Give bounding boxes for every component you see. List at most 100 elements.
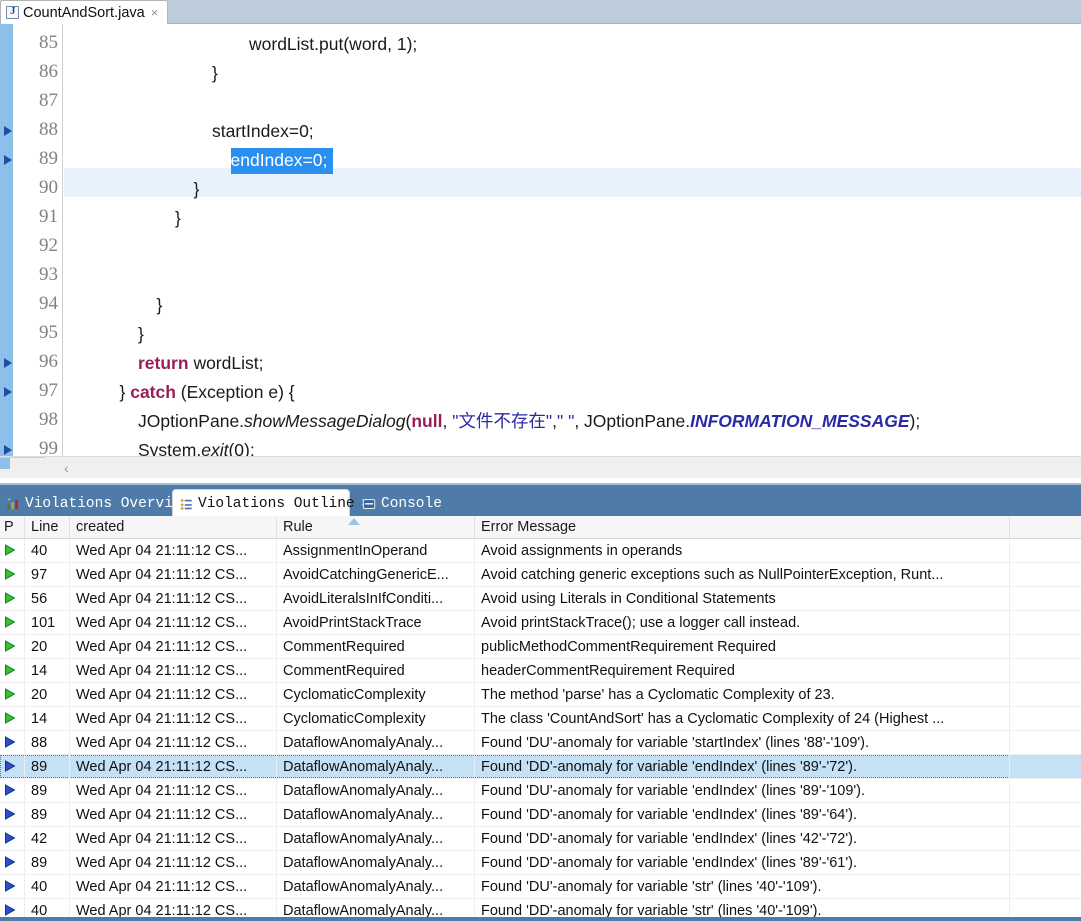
view-tab-console[interactable]: Console [356,489,451,518]
table-header-row[interactable]: P Line created Rule Error Message [0,516,1081,539]
code-line-content: } [64,295,163,315]
code-token: return [138,353,194,373]
close-icon[interactable]: × [149,6,161,19]
scrollbar-thumb[interactable] [0,457,45,458]
code-line[interactable]: } [64,59,1081,88]
table-row[interactable]: 56 Wed Apr 04 21:11:12 CS... AvoidLiterals… [0,587,1081,611]
violations-outline-table[interactable]: P Line created Rule Error Message 40 Wed Apr … [0,516,1081,921]
editor-horizontal-scrollbar[interactable]: ‹ [0,456,1081,478]
violations-overview-icon [6,497,21,511]
table-row[interactable]: 14 Wed Apr 04 21:11:12 CS... CommentRequir… [0,659,1081,683]
code-token: } [212,63,218,83]
table-row[interactable]: 20 Wed Apr 04 21:11:12 CS... CyclomaticCom… [0,683,1081,707]
breakpoint-marker-icon[interactable] [2,125,14,137]
table-row[interactable]: 89 Wed Apr 04 21:11:12 CS... DataflowAnoma… [0,779,1081,803]
rule-cell: DataflowAnomalyAnaly... [277,755,475,779]
code-line[interactable]: JOptionPane.showMessageDialog(null, "文件不… [64,407,1081,436]
line-cell: 42 [25,827,70,851]
view-tab-label: Violations Overview [25,495,191,512]
created-cell: Wed Apr 04 21:11:12 CS... [70,779,277,803]
table-row[interactable]: 42 Wed Apr 04 21:11:12 CS... DataflowAnoma… [0,827,1081,851]
code-line[interactable] [64,262,1081,291]
line-number: 98 [39,409,58,430]
column-header-line[interactable]: Line [25,516,70,539]
message-cell: publicMethodCommentRequirement Required [475,635,1010,659]
breakpoint-marker-icon[interactable] [2,154,14,166]
code-line-content: JOptionPane.showMessageDialog(null, "文件不… [64,411,920,431]
message-cell: Avoid catching generic exceptions such a… [475,563,1010,587]
breakpoint-marker-icon[interactable] [2,444,14,456]
code-line[interactable] [64,88,1081,117]
column-header-p[interactable]: P [0,516,25,539]
code-line[interactable]: endIndex=0; [64,146,1081,175]
message-cell: Found 'DU'-anomaly for variable 'str' (l… [475,875,1010,899]
created-cell: Wed Apr 04 21:11:12 CS... [70,563,277,587]
priority-marker-icon [0,803,25,827]
line-number: 94 [39,293,58,314]
message-cell: Avoid printStackTrace(); use a logger ca… [475,611,1010,635]
view-tab-violations-overview[interactable]: Violations Overview [0,489,190,518]
rule-cell: DataflowAnomalyAnaly... [277,731,475,755]
line-cell: 40 [25,539,70,563]
table-row[interactable]: 89 Wed Apr 04 21:11:12 CS... DataflowAnoma… [0,755,1081,779]
column-header-rule[interactable]: Rule [277,516,475,539]
code-token: } [193,179,200,199]
row-spacer-cell [1010,875,1081,899]
code-line-content: System.exit(0); [64,440,255,456]
code-line[interactable]: wordList.put(word, 1); [64,30,1081,59]
priority-marker-icon [0,707,25,731]
created-cell: Wed Apr 04 21:11:12 CS... [70,755,277,779]
table-row[interactable]: 89 Wed Apr 04 21:11:12 CS... DataflowAnoma… [0,803,1081,827]
table-row[interactable]: 97 Wed Apr 04 21:11:12 CS... AvoidCatching… [0,563,1081,587]
panel-bottom-border [0,917,1081,921]
editor-tab-countandsort[interactable]: CountAndSort.java × [0,0,168,24]
table-row[interactable]: 40 Wed Apr 04 21:11:12 CS... DataflowAnoma… [0,875,1081,899]
rule-cell: AvoidPrintStackTrace [277,611,475,635]
view-tab-label: Violations Outline [198,496,355,512]
code-line[interactable]: startIndex=0; [64,117,1081,146]
code-line[interactable]: } [64,175,1081,204]
code-line-content: endIndex=0; [64,150,328,170]
editor-tab-bar: CountAndSort.java × [0,0,1081,24]
row-spacer-cell [1010,755,1081,779]
column-header-created[interactable]: created [70,516,277,539]
code-text[interactable]: wordList.put(word, 1);} startIndex=0; endI… [64,24,1081,456]
table-row[interactable]: 20 Wed Apr 04 21:11:12 CS... CommentRequir… [0,635,1081,659]
table-row[interactable]: 14 Wed Apr 04 21:11:12 CS... CyclomaticCom… [0,707,1081,731]
breakpoint-marker-icon[interactable] [2,386,14,398]
rule-cell: CyclomaticComplexity [277,707,475,731]
table-row[interactable]: 101 Wed Apr 04 21:11:12 CS... AvoidPrintSt… [0,611,1081,635]
marker-gutter[interactable] [0,24,27,456]
code-token: (0); [228,440,255,456]
column-header-msg[interactable]: Error Message [475,516,1010,539]
rule-cell: DataflowAnomalyAnaly... [277,875,475,899]
chevron-left-icon[interactable]: ‹ [64,460,69,476]
code-line[interactable] [64,233,1081,262]
code-line[interactable]: } [64,320,1081,349]
code-token: startIndex=0; [212,121,314,141]
code-line[interactable]: } catch (Exception e) { [64,378,1081,407]
message-cell: Avoid assignments in operands [475,539,1010,563]
code-token: exit [201,440,229,456]
code-line[interactable]: System.exit(0); [64,436,1081,456]
table-row[interactable]: 40 Wed Apr 04 21:11:12 CS... AssignmentInO… [0,539,1081,563]
priority-marker-icon [0,851,25,875]
rule-cell: DataflowAnomalyAnaly... [277,851,475,875]
code-editor[interactable]: 85 86 87 88 89 90 91 92 93 94 95 96 97 98 99 wordList.… [0,24,1081,456]
code-line[interactable]: } [64,291,1081,320]
rule-cell: AssignmentInOperand [277,539,475,563]
code-line[interactable]: } [64,204,1081,233]
code-token: } [156,295,163,315]
view-tab-violations-outline[interactable]: Violations Outline× [172,489,369,518]
line-cell: 14 [25,707,70,731]
table-row[interactable]: 89 Wed Apr 04 21:11:12 CS... DataflowAnoma… [0,851,1081,875]
line-cell: 89 [25,755,70,779]
created-cell: Wed Apr 04 21:11:12 CS... [70,635,277,659]
code-line[interactable]: return wordList; [64,349,1081,378]
table-row[interactable]: 88 Wed Apr 04 21:11:12 CS... DataflowAnoma… [0,731,1081,755]
row-spacer-cell [1010,539,1081,563]
bottom-view-tab-bar: Violations OverviewViolations Outline× Co… [0,483,1081,518]
rule-cell: AvoidCatchingGenericE... [277,563,475,587]
code-token: null [411,411,443,431]
breakpoint-marker-icon[interactable] [2,357,14,369]
